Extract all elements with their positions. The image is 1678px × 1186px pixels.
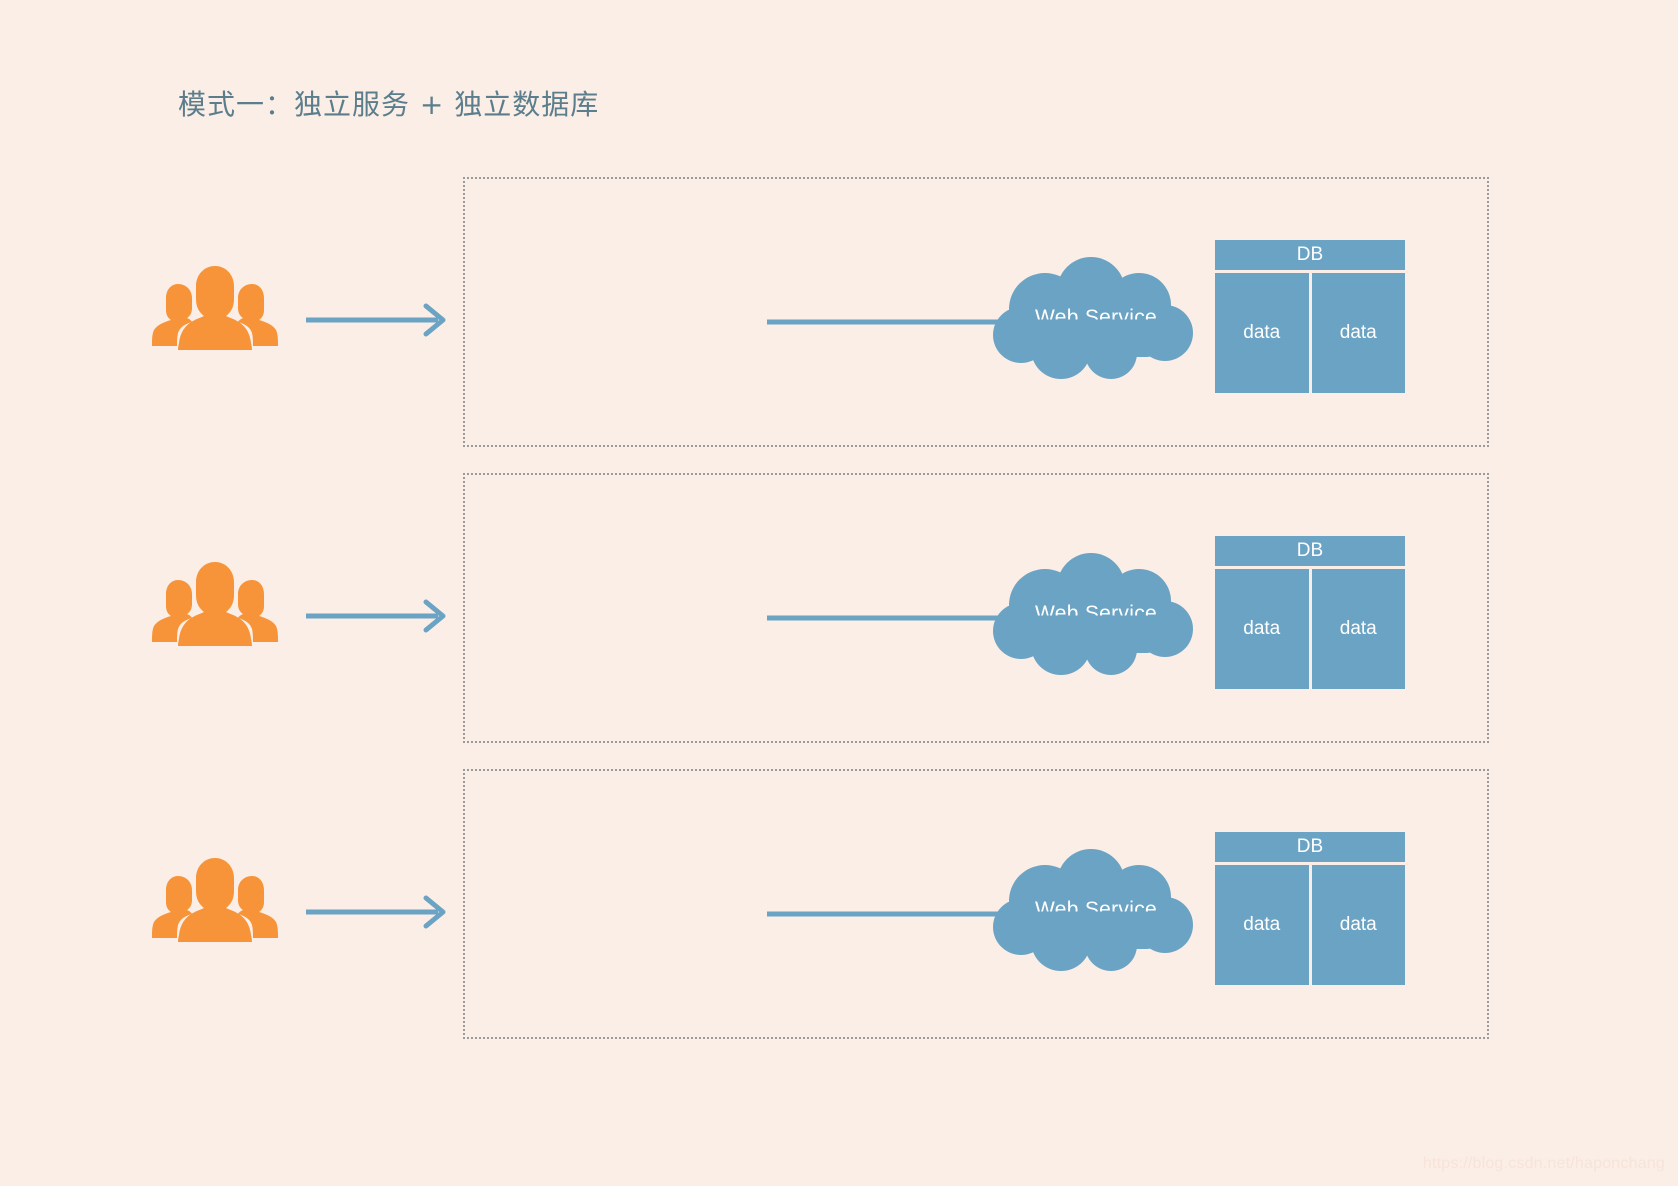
- arrow-users-to-service: [306, 892, 448, 932]
- db-cell: data: [1215, 273, 1309, 393]
- users-group-icon: [150, 554, 280, 646]
- arrow-users-to-service: [306, 300, 448, 340]
- service-container: Web Service DB data data: [463, 769, 1489, 1039]
- arrow-service-to-db: [767, 598, 1192, 638]
- service-container: Web Service DB data data: [463, 473, 1489, 743]
- database-table: DB data data: [1215, 240, 1405, 393]
- db-header-label: DB: [1215, 832, 1405, 862]
- diagram-canvas: 模式一：独立服务 + 独立数据库 Web Service DB data dat…: [0, 0, 1678, 1186]
- db-cell: data: [1215, 569, 1309, 689]
- db-header-label: DB: [1215, 536, 1405, 566]
- tenant-row: Web Service DB data data: [0, 170, 1678, 466]
- users-group-icon: [150, 850, 280, 942]
- tenant-row: Web Service DB data data: [0, 466, 1678, 762]
- watermark-text: https://blog.csdn.net/haponchang: [1422, 1155, 1665, 1172]
- arrow-users-to-service: [306, 596, 448, 636]
- users-group-icon: [150, 258, 280, 350]
- tenant-row: Web Service DB data data: [0, 762, 1678, 1058]
- arrow-service-to-db: [767, 894, 1192, 934]
- db-body: data data: [1215, 273, 1405, 393]
- service-container: Web Service DB data data: [463, 177, 1489, 447]
- db-body: data data: [1215, 865, 1405, 985]
- db-header-label: DB: [1215, 240, 1405, 270]
- db-cell: data: [1311, 273, 1405, 393]
- arrow-service-to-db: [767, 302, 1192, 342]
- page-title: 模式一：独立服务 + 独立数据库: [178, 88, 600, 121]
- database-table: DB data data: [1215, 832, 1405, 985]
- db-body: data data: [1215, 569, 1405, 689]
- database-table: DB data data: [1215, 536, 1405, 689]
- db-cell: data: [1311, 865, 1405, 985]
- db-cell: data: [1311, 569, 1405, 689]
- db-cell: data: [1215, 865, 1309, 985]
